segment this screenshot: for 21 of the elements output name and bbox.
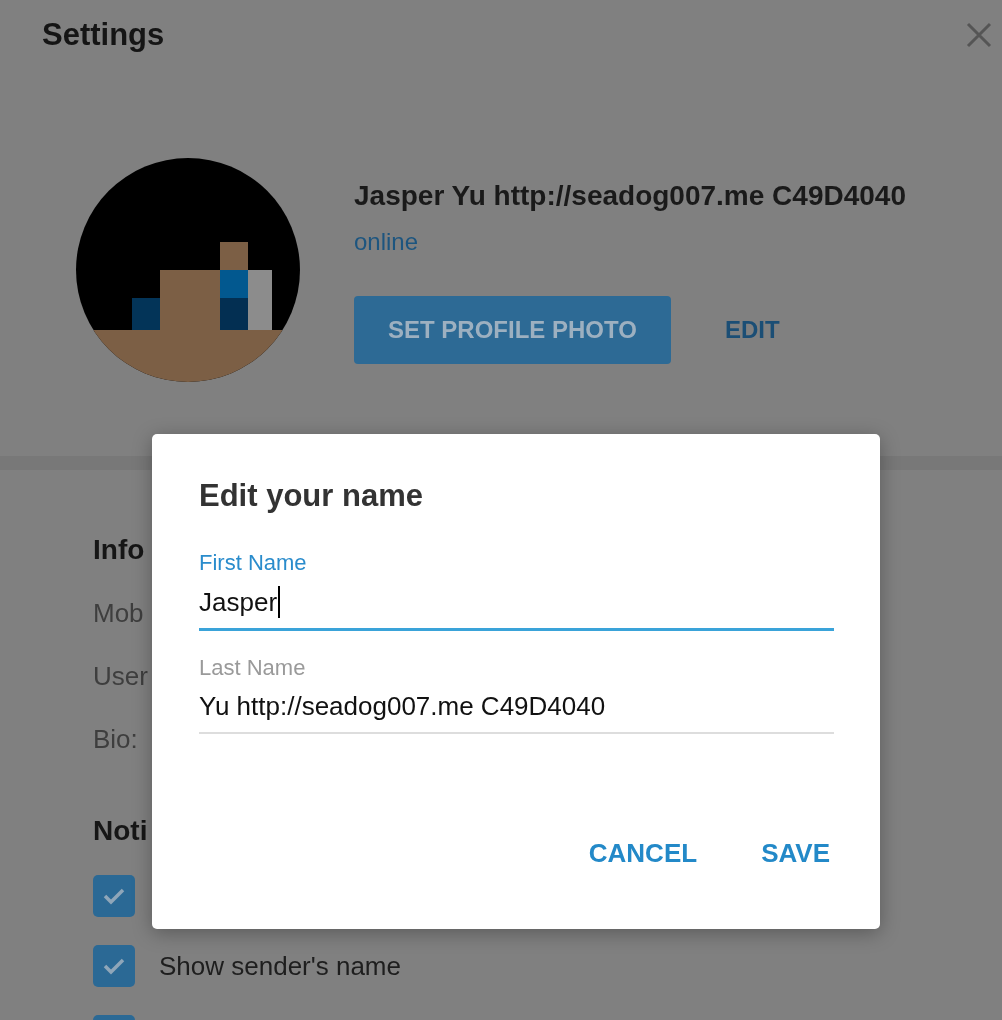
- set-photo-button[interactable]: SET PROFILE PHOTO: [354, 296, 671, 364]
- section-title: Info: [93, 534, 145, 566]
- info-row: User: [93, 661, 148, 692]
- window-title: Settings: [42, 17, 165, 53]
- save-button[interactable]: SAVE: [761, 838, 830, 869]
- checkbox[interactable]: [93, 945, 135, 987]
- profile-name: Jasper Yu http://seadog007.me C49D4040: [354, 180, 906, 212]
- name-field[interactable]: Yu http://seadog007.me C49D4040: [199, 685, 834, 734]
- field-label: Last Name: [199, 655, 307, 681]
- edit-button[interactable]: EDIT: [724, 296, 780, 364]
- cancel-button[interactable]: CANCEL: [588, 838, 698, 869]
- section-title: Noti: [93, 815, 148, 847]
- checkbox-label: Show sender's name: [159, 950, 401, 982]
- info-row: Bio:: [93, 724, 138, 755]
- name-field[interactable]: Jasper: [199, 580, 834, 631]
- dialog-title: Edit your name: [199, 478, 424, 514]
- info-row: Mob: [93, 598, 144, 629]
- checkbox[interactable]: [93, 875, 135, 917]
- field-label: First Name: [199, 550, 308, 576]
- close-icon[interactable]: [966, 22, 992, 48]
- online-status: online: [354, 228, 420, 256]
